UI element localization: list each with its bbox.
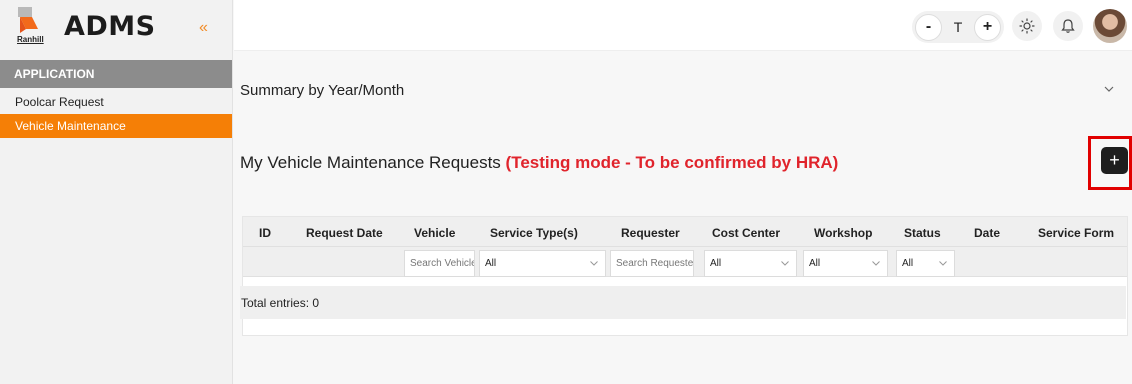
sidebar-item-vehicle-maintenance[interactable]: Vehicle Maintenance	[0, 114, 232, 138]
app-name: ADMS	[64, 10, 156, 42]
page-title: My Vehicle Maintenance Requests (Testing…	[240, 153, 838, 173]
column-header-cost-center[interactable]: Cost Center	[712, 226, 780, 240]
add-request-button[interactable]: +	[1101, 147, 1128, 174]
page-title-text: My Vehicle Maintenance Requests	[240, 153, 501, 172]
ranhill-logo: Ranhill	[17, 7, 50, 45]
chevron-down-icon	[781, 261, 789, 266]
increase-font-button[interactable]: +	[974, 13, 1001, 41]
cost-center-select[interactable]: All	[704, 250, 797, 277]
brand: Ranhill ADMS	[0, 0, 232, 52]
column-header-date[interactable]: Date	[974, 226, 1000, 240]
avatar[interactable]	[1093, 9, 1127, 43]
requester-search-input[interactable]: Search Requester	[610, 250, 694, 277]
column-header-service-types[interactable]: Service Type(s)	[490, 226, 578, 240]
column-header-requester[interactable]: Requester	[621, 226, 680, 240]
service-type-select[interactable]: All	[479, 250, 606, 277]
chevron-down-icon	[939, 261, 947, 266]
bell-icon[interactable]	[1053, 11, 1083, 41]
font-size-control: - T +	[912, 11, 1004, 43]
sidebar: Ranhill ADMS « APPLICATION Poolcar Reque…	[0, 0, 233, 384]
main-content: Summary by Year/Month My Vehicle Mainten…	[234, 52, 1132, 384]
workshop-select[interactable]: All	[803, 250, 888, 277]
total-entries-text: Total entries: 0	[241, 296, 320, 310]
chevron-down-icon	[872, 261, 880, 266]
testing-mode-note: (Testing mode - To be confirmed by HRA)	[505, 153, 839, 172]
sidebar-section-application: APPLICATION	[0, 60, 232, 88]
status-select[interactable]: All	[896, 250, 955, 277]
chevron-down-icon[interactable]	[1103, 82, 1115, 100]
column-header-vehicle[interactable]: Vehicle	[414, 226, 455, 240]
chevron-down-icon	[590, 261, 598, 266]
summary-header[interactable]: Summary by Year/Month	[240, 82, 404, 99]
filter-row: Search Vehicle All Search Requester All …	[243, 247, 1127, 277]
font-size-label: T	[953, 19, 963, 35]
collapse-sidebar-icon[interactable]: «	[199, 19, 208, 37]
total-entries: Total entries: 0	[240, 286, 1126, 319]
sidebar-item-poolcar-request[interactable]: Poolcar Request	[0, 89, 232, 113]
vehicle-search-input[interactable]: Search Vehicle	[404, 250, 475, 277]
column-header-workshop[interactable]: Workshop	[814, 226, 872, 240]
column-header-id[interactable]: ID	[259, 226, 271, 240]
sun-icon[interactable]	[1012, 11, 1042, 41]
decrease-font-button[interactable]: -	[915, 13, 942, 41]
column-header-request-date[interactable]: Request Date	[306, 226, 383, 240]
table-header: ID Request Date Vehicle Service Type(s) …	[243, 217, 1127, 247]
column-header-status[interactable]: Status	[904, 226, 941, 240]
topbar: - T +	[234, 0, 1132, 51]
column-header-service-form[interactable]: Service Form	[1038, 226, 1114, 240]
